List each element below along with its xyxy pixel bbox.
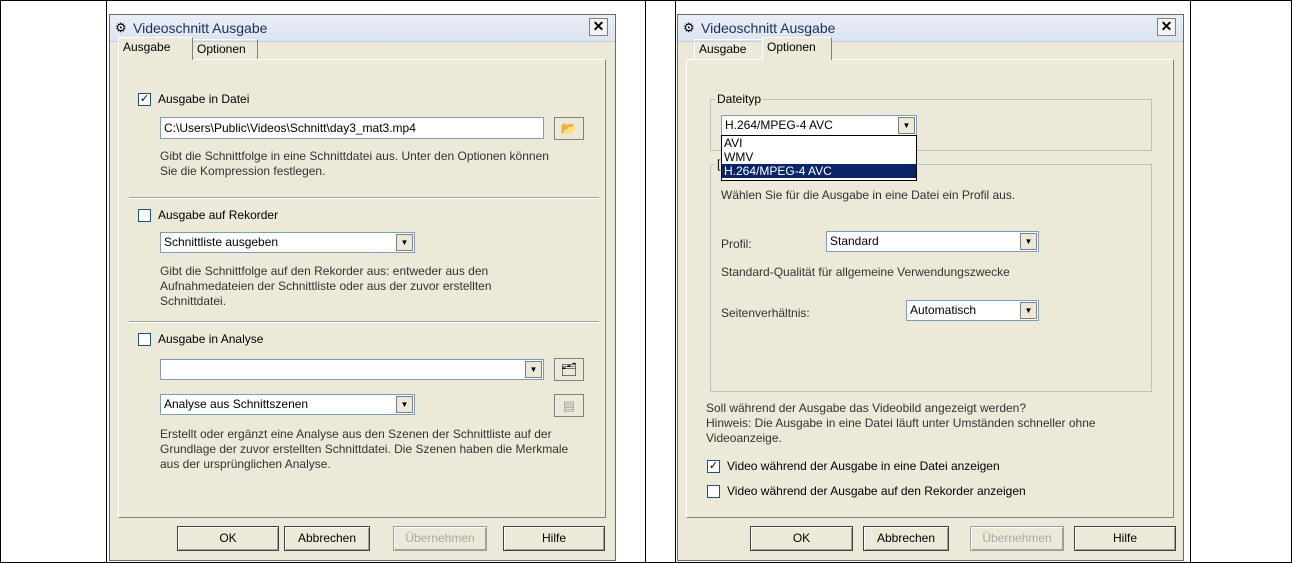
video-recorder-label: Video während der Ausgabe auf den Rekord… — [727, 484, 1026, 498]
tab-ausgabe[interactable]: Ausgabe — [694, 39, 763, 59]
filetype-select[interactable]: H.264/MPEG-4 AVC ▼ — [721, 115, 917, 136]
filetype-group-title: Dateityp — [715, 92, 764, 106]
folder-open-icon[interactable]: 📂 — [554, 117, 584, 140]
frame-divider — [645, 0, 646, 563]
app-icon: ⚙ — [683, 20, 695, 35]
close-icon[interactable]: ✕ — [589, 18, 608, 36]
tab-optionen[interactable]: Optionen — [762, 37, 832, 60]
tab-optionen[interactable]: Optionen — [192, 39, 258, 59]
close-icon[interactable]: ✕ — [1157, 18, 1176, 36]
frame-divider — [675, 0, 676, 563]
output-path-field[interactable]: C:\Users\Public\Videos\Schnitt\day3_mat3… — [160, 117, 544, 139]
cancel-button[interactable]: Abbrechen — [863, 526, 949, 551]
output-file-label: Ausgabe in Datei — [158, 92, 250, 106]
aspect-value: Automatisch — [910, 303, 977, 317]
help-button[interactable]: Hilfe — [1074, 526, 1176, 551]
chevron-down-icon[interactable]: ▼ — [525, 361, 542, 378]
chevron-down-icon[interactable]: ▼ — [898, 117, 915, 134]
video-hint: Hinweis: Die Ausgabe in eine Datei läuft… — [706, 416, 1096, 445]
video-file-checkbox[interactable]: ✓ — [707, 460, 720, 473]
analysis-target-select[interactable]: ▼ — [160, 359, 544, 380]
profile-label: Profil: — [721, 237, 752, 251]
apply-button[interactable]: Übernehmen — [970, 526, 1064, 551]
filetype-option-wmv[interactable]: WMV — [722, 150, 916, 164]
tab-ausgabe[interactable]: Ausgabe — [118, 37, 193, 60]
profile-select[interactable]: Standard ▼ — [826, 231, 1039, 252]
filetype-value: H.264/MPEG-4 AVC — [725, 118, 833, 132]
dialog-title: Videoschnitt Ausgabe — [133, 20, 268, 36]
tab-panel: ✓ Ausgabe in Datei C:\Users\Public\Video… — [118, 59, 606, 518]
output-analysis-checkbox[interactable] — [138, 333, 151, 346]
aspect-select[interactable]: Automatisch ▼ — [906, 300, 1039, 321]
filetype-option-h264[interactable]: H.264/MPEG-4 AVC — [722, 164, 916, 178]
chevron-down-icon[interactable]: ▼ — [1020, 302, 1037, 319]
output-analysis-label: Ausgabe in Analyse — [158, 332, 264, 346]
chevron-down-icon[interactable]: ▼ — [396, 234, 413, 251]
profile-description: Standard-Qualität für allgemeine Verwend… — [721, 265, 1010, 279]
video-recorder-checkbox[interactable] — [707, 485, 720, 498]
chevron-down-icon[interactable]: ▼ — [396, 396, 413, 413]
filetype-dropdown-list: AVI WMV H.264/MPEG-4 AVC — [721, 135, 917, 181]
output-dialog-right: ⚙ Videoschnitt Ausgabe ✕ Ausgabe Optione… — [677, 14, 1184, 561]
filetype-option-avi[interactable]: AVI — [722, 136, 916, 150]
recorder-description: Gibt die Schnittfolge auf den Rekorder a… — [160, 264, 492, 308]
analysis-mode-select[interactable]: Analyse aus Schnittszenen ▼ — [160, 394, 415, 415]
tab-panel: Dateityp H.264/MPEG-4 AVC ▼ [ Wählen Sie… — [686, 59, 1174, 518]
chevron-down-icon[interactable]: ▼ — [1020, 233, 1037, 250]
output-recorder-checkbox[interactable] — [138, 209, 151, 222]
apply-button[interactable]: Übernehmen — [393, 526, 487, 551]
file-description: Gibt die Schnittfolge in eine Schnittdat… — [160, 149, 549, 178]
analysis-description: Erstellt oder ergänzt eine Analyse aus d… — [160, 427, 569, 471]
title-bar: ⚙ Videoschnitt Ausgabe ✕ — [678, 15, 1183, 42]
cancel-button[interactable]: Abbrechen — [284, 526, 370, 551]
disabled-icon[interactable]: ▤ — [554, 394, 584, 417]
video-question: Soll während der Ausgabe das Videobild a… — [706, 401, 1027, 415]
output-file-checkbox[interactable]: ✓ — [138, 93, 151, 106]
browse-icon[interactable]: 🗂 — [554, 358, 584, 381]
ok-button[interactable]: OK — [750, 526, 853, 551]
aspect-label: Seitenverhältnis: — [721, 306, 810, 320]
separator — [129, 321, 599, 323]
recorder-mode-value: Schnittliste ausgeben — [164, 235, 279, 249]
separator — [129, 197, 599, 199]
frame-divider — [106, 0, 107, 563]
profile-hint: Wählen Sie für die Ausgabe in eine Datei… — [721, 188, 1016, 202]
dialog-title: Videoschnitt Ausgabe — [701, 20, 836, 36]
app-icon: ⚙ — [115, 20, 127, 35]
video-file-label: Video während der Ausgabe in eine Datei … — [727, 459, 1000, 473]
frame-divider — [1190, 0, 1191, 563]
help-button[interactable]: Hilfe — [503, 526, 605, 551]
profile-value: Standard — [830, 234, 879, 248]
output-recorder-label: Ausgabe auf Rekorder — [158, 208, 279, 222]
output-dialog-left: ⚙ Videoschnitt Ausgabe ✕ Ausgabe Optione… — [109, 14, 616, 561]
analysis-mode-value: Analyse aus Schnittszenen — [164, 397, 309, 411]
ok-button[interactable]: OK — [177, 526, 279, 551]
recorder-mode-select[interactable]: Schnittliste ausgeben ▼ — [160, 232, 415, 253]
